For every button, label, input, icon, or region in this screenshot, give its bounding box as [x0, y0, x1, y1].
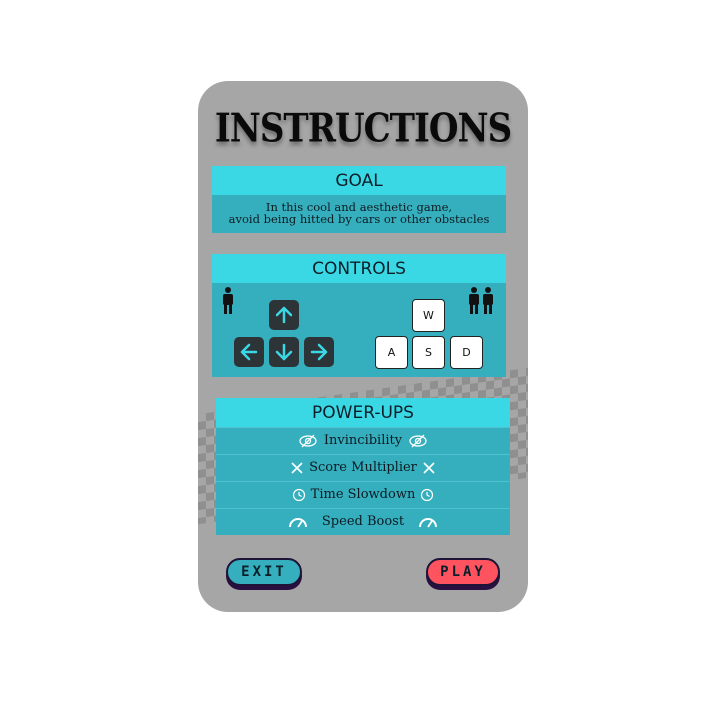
person-icon: [223, 287, 233, 314]
x-icon: [291, 462, 303, 474]
arrow-right-icon: [310, 343, 328, 361]
eye-slash-icon: [299, 434, 317, 448]
arrow-down-key[interactable]: [269, 337, 299, 367]
two-people-icon: [469, 287, 493, 314]
page-title: INSTRUCTIONS: [214, 106, 512, 152]
controls-heading: CONTROLS: [212, 254, 506, 283]
instructions-card: INSTRUCTIONS GOAL In this cool and aesth…: [198, 81, 528, 612]
clock-icon: [421, 488, 434, 502]
powerup-label: Score Multiplier: [309, 460, 417, 475]
a-key[interactable]: A: [375, 336, 408, 369]
goal-heading: GOAL: [212, 166, 506, 195]
arrow-left-key[interactable]: [234, 337, 264, 367]
speedometer-icon: [288, 518, 307, 528]
controls-panel: CONTROLS W A S D: [212, 254, 506, 377]
powerups-heading: POWER-UPS: [216, 398, 510, 427]
powerup-label: Time Slowdown: [310, 487, 416, 502]
speedometer-icon: [419, 518, 438, 528]
powerup-speed-boost: Speed Boost: [216, 508, 510, 535]
powerups-panel: POWER-UPS Invincibility Score Multiplier…: [216, 398, 510, 535]
powerup-invincibility: Invincibility: [216, 427, 510, 454]
exit-button[interactable]: EXIT: [226, 558, 302, 586]
goal-text: In this cool and aesthetic game, avoid b…: [212, 195, 506, 225]
d-key[interactable]: D: [450, 336, 483, 369]
arrow-down-icon: [275, 343, 293, 361]
powerup-label: Speed Boost: [321, 514, 405, 529]
goal-line-2: avoid being hitted by cars or other obst…: [228, 212, 490, 226]
arrow-right-key[interactable]: [304, 337, 334, 367]
arrow-left-icon: [240, 343, 258, 361]
w-key[interactable]: W: [412, 299, 445, 332]
powerup-label: Invincibility: [323, 433, 403, 448]
clock-icon: [292, 488, 305, 502]
goal-panel: GOAL In this cool and aesthetic game, av…: [212, 166, 506, 233]
arrow-up-icon: [275, 306, 293, 324]
play-button[interactable]: PLAY: [426, 558, 500, 586]
eye-slash-icon: [409, 434, 427, 448]
s-key[interactable]: S: [412, 336, 445, 369]
powerup-score-multiplier: Score Multiplier: [216, 454, 510, 481]
x-icon: [423, 462, 435, 474]
arrow-up-key[interactable]: [269, 300, 299, 330]
powerup-time-slowdown: Time Slowdown: [216, 481, 510, 508]
